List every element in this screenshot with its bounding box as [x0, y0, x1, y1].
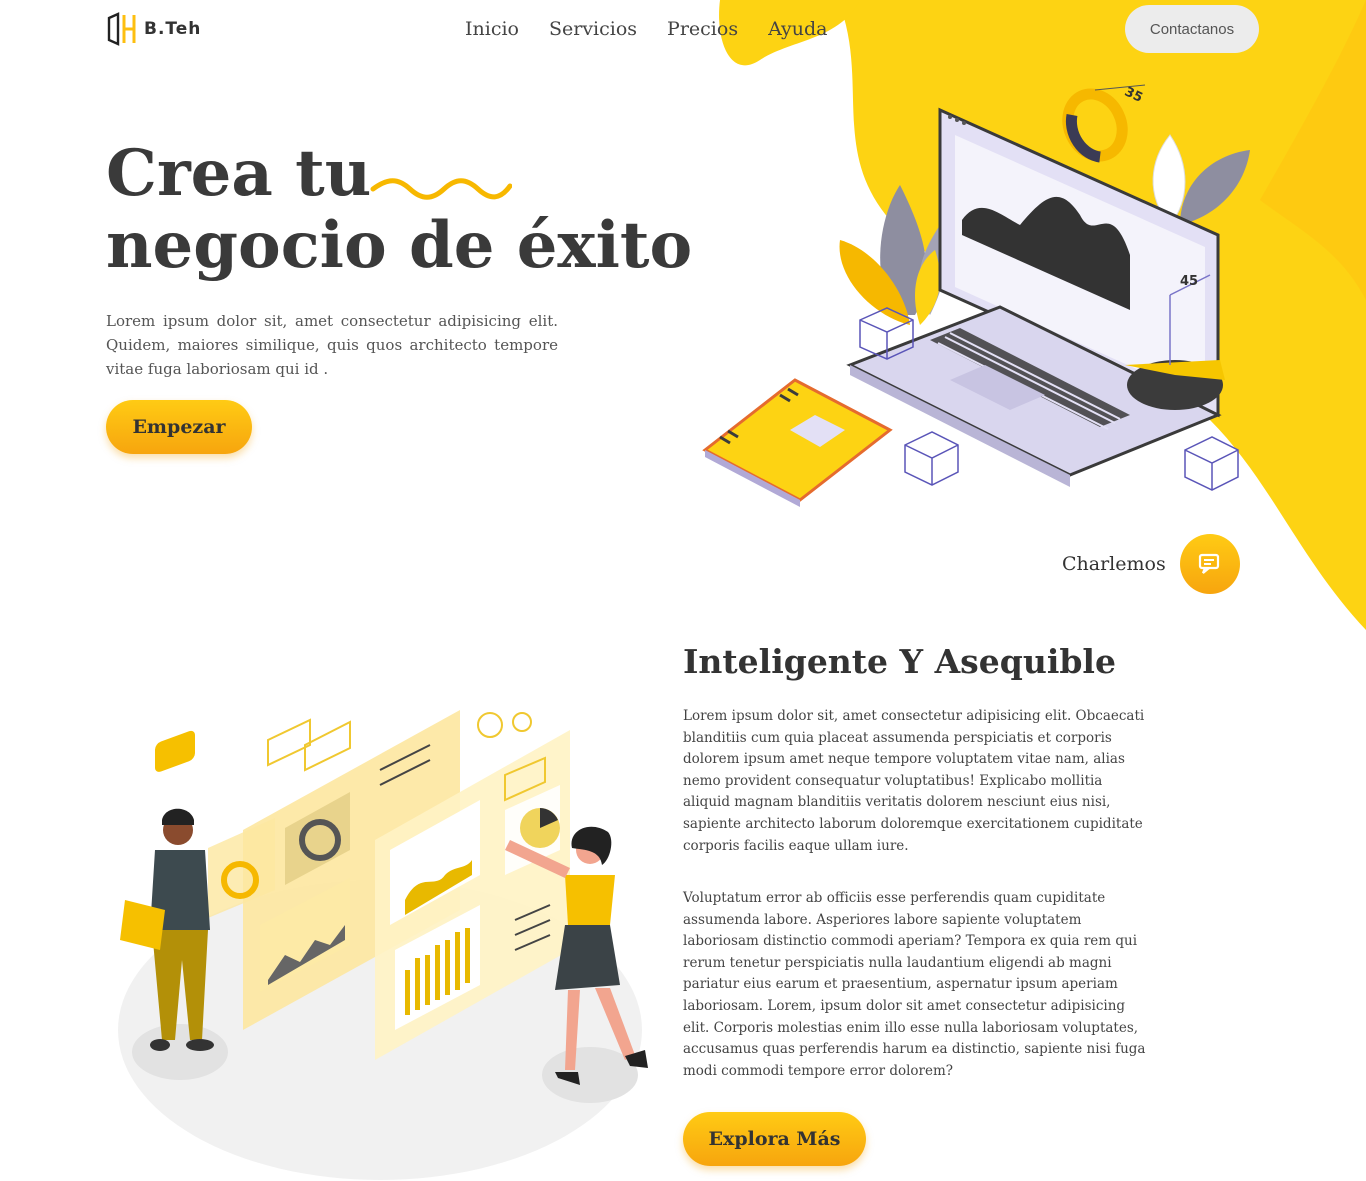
contact-button[interactable]: Contactanos: [1125, 5, 1259, 53]
squiggle-decoration: [370, 178, 512, 200]
logo-icon: [107, 12, 136, 46]
start-button[interactable]: Empezar: [106, 400, 252, 454]
nav-link-precios[interactable]: Precios: [667, 18, 738, 40]
laptop-analytics-illustration: 35 45: [702, 84, 1250, 507]
hero-title: Crea tu negocio de éxito: [106, 138, 726, 282]
team-dashboard-illustration: [118, 710, 648, 1180]
chat-button[interactable]: [1179, 534, 1240, 594]
nav-link-servicios[interactable]: Servicios: [549, 18, 637, 40]
notebook-illustration: [702, 378, 893, 507]
feature-paragraph-2: Voluptatum error ab officiis esse perfer…: [683, 890, 1146, 1079]
chat-widget: Charlemos: [1062, 534, 1240, 594]
pie-chart-value: 45: [1180, 274, 1198, 289]
chat-label: Charlemos: [1062, 553, 1166, 575]
hero-title-line2: negocio de éxito: [106, 208, 693, 283]
ring-chart-value: 35: [1122, 85, 1145, 106]
brand-logo[interactable]: B.Teh: [106, 12, 201, 46]
brand-name: B.Teh: [144, 19, 202, 39]
hero-title-line1: Crea tu: [106, 136, 372, 211]
nav-link-inicio[interactable]: Inicio: [465, 18, 519, 40]
plant-left-illustration: [839, 185, 947, 325]
main-nav: Inicio Servicios Precios Ayuda: [465, 18, 828, 40]
nav-link-ayuda[interactable]: Ayuda: [768, 18, 827, 40]
chat-icon: [1198, 553, 1219, 574]
site-header: B.Teh Inicio Servicios Precios Ayuda Con…: [0, 0, 1366, 60]
feature-paragraph-1: Lorem ipsum dolor sit, amet consectetur …: [683, 708, 1145, 854]
hero-description: Lorem ipsum dolor sit, amet consectetur …: [106, 312, 558, 378]
ring-chart-illustration: 35: [1062, 84, 1146, 163]
explore-button[interactable]: Explora Más: [683, 1112, 866, 1166]
feature-title: Inteligente Y Asequible: [683, 642, 1116, 681]
